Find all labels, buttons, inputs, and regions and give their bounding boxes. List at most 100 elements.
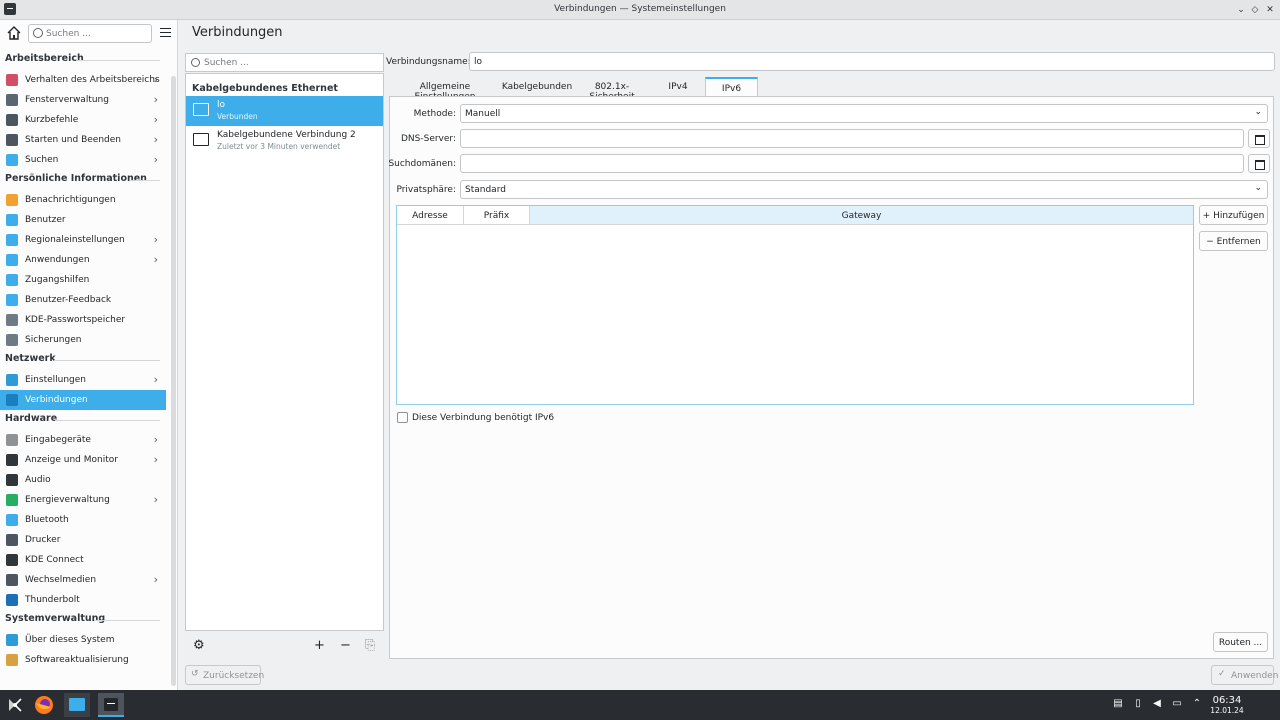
sidebar-item-backup[interactable]: Sicherungen [0, 330, 166, 350]
method-select[interactable]: Manuell ⌄ [460, 104, 1268, 123]
search-domains-input[interactable] [460, 154, 1244, 173]
sidebar-item-region[interactable]: Regionaleinstellungen › [0, 230, 166, 250]
requires-ipv6-checkbox[interactable] [397, 412, 408, 423]
startup-shutdown-icon [6, 134, 18, 146]
sidebar-category: Persönliche Informationen [0, 170, 166, 190]
sidebar-item-feedback[interactable]: Benutzer-Feedback [0, 290, 166, 310]
sidebar-item-globe[interactable]: Einstellungen › [0, 370, 166, 390]
add-connection-icon[interactable]: + [314, 638, 325, 653]
tab-ipv6[interactable]: IPv6 [705, 77, 758, 98]
sidebar-item-label: Starten und Beenden [25, 135, 121, 145]
sidebar-item-bell[interactable]: Benachrichtigungen [0, 190, 166, 210]
system-settings-taskbar-icon[interactable] [98, 693, 124, 717]
sidebar-item-applications[interactable]: Anwendungen › [0, 250, 166, 270]
clock-date: 12.01.24 [1210, 706, 1244, 715]
network-icon[interactable]: ▭ [1171, 698, 1183, 710]
sidebar-item-removable-media[interactable]: Wechselmedien › [0, 570, 166, 590]
sidebar-item-accessibility[interactable]: Zugangshilfen [0, 270, 166, 290]
chevron-right-icon: › [153, 93, 158, 106]
sidebar-item-bluetooth[interactable]: Bluetooth [0, 510, 166, 530]
routes-button[interactable]: Routen ... [1213, 632, 1268, 652]
address-table[interactable]: Adresse Präfix Gateway [396, 205, 1194, 405]
search-domains-edit-list-icon[interactable] [1248, 154, 1270, 173]
tab-wired[interactable]: Kabelgebunden [501, 77, 573, 97]
tab-general[interactable]: Allgemeine Einstellungen [389, 77, 501, 102]
sidebar-scrollbar[interactable] [171, 76, 176, 686]
connection-item-wired-2[interactable]: Kabelgebundene Verbindung 2 Zuletzt vor … [186, 126, 383, 156]
sidebar-item-search[interactable]: Suchen › [0, 150, 166, 170]
sidebar-item-wallet[interactable]: KDE-Passwortspeicher [0, 310, 166, 330]
tray-expand-icon[interactable]: ⌃ [1191, 698, 1203, 710]
remove-connection-icon[interactable]: − [340, 638, 351, 653]
connection-search-placeholder: Suchen ... [204, 58, 249, 68]
sidebar-item-keyboard-shortcut[interactable]: Kurzbefehle › [0, 110, 166, 130]
export-connection-icon[interactable]: ⎘ [365, 638, 375, 653]
apply-button[interactable]: Anwenden [1211, 665, 1278, 685]
remove-address-button[interactable]: − Entfernen [1199, 231, 1268, 251]
storage-device-icon[interactable]: ▯ [1132, 698, 1144, 710]
sidebar-item-desktop-behavior[interactable]: Verhalten des Arbeitsbereichs › [0, 70, 166, 90]
privacy-select[interactable]: Standard ⌄ [460, 180, 1268, 199]
speaker-icon [6, 474, 18, 486]
sidebar-item-thunderbolt[interactable]: Thunderbolt [0, 590, 166, 610]
app-launcher-icon[interactable] [2, 693, 28, 717]
sidebar-item-connections-globe[interactable]: Verbindungen [0, 390, 166, 410]
settings-sliders-icon[interactable]: ⚙ [193, 638, 205, 653]
chevron-right-icon: › [153, 453, 158, 466]
connection-name-input[interactable]: lo [469, 52, 1275, 71]
sidebar-item-printer[interactable]: Drucker [0, 530, 166, 550]
power-icon [6, 494, 18, 506]
sidebar-item-mouse[interactable]: Eingabegeräte › [0, 430, 166, 450]
sidebar-item-phone[interactable]: KDE Connect [0, 550, 166, 570]
sidebar-item-label: Regionaleinstellungen [25, 235, 125, 245]
bluetooth-icon [6, 514, 18, 526]
sidebar-item-info[interactable]: Über dieses System [0, 630, 166, 650]
dns-server-input[interactable] [460, 129, 1244, 148]
add-address-button[interactable]: + Hinzufügen [1199, 205, 1268, 225]
sidebar-search-input[interactable]: Suchen ... [28, 24, 152, 43]
sidebar-item-speaker[interactable]: Audio [0, 470, 166, 490]
update-icon [6, 654, 18, 666]
sidebar-item-startup-shutdown[interactable]: Starten und Beenden › [0, 130, 166, 150]
sidebar-item-label: KDE-Passwortspeicher [25, 315, 126, 325]
tab-ipv4[interactable]: IPv4 [651, 77, 705, 97]
sidebar-item-label: Kurzbefehle [25, 115, 79, 125]
connection-search-input[interactable]: Suchen ... [185, 53, 384, 72]
dns-edit-list-icon[interactable] [1248, 129, 1270, 148]
removable-media-icon [6, 574, 18, 586]
minimize-icon[interactable]: ⌄ [1234, 3, 1248, 17]
column-header-gateway[interactable]: Gateway [530, 206, 1193, 225]
reset-button[interactable]: Zurücksetzen [185, 665, 264, 685]
home-icon[interactable] [6, 25, 22, 41]
column-header-prefix[interactable]: Präfix [464, 206, 530, 225]
dns-label: DNS-Server: [400, 134, 456, 144]
sidebar-item-label: Sicherungen [25, 335, 82, 345]
chevron-right-icon: › [153, 493, 158, 506]
tab-8021x-security[interactable]: 802.1x-Sicherheit [573, 77, 651, 102]
user-icon [6, 214, 18, 226]
sidebar-item-label: Wechselmedien [25, 575, 97, 585]
mouse-icon [6, 434, 18, 446]
taskbar-clock[interactable]: 06:34 12.01.24 [1208, 695, 1246, 715]
maximize-icon[interactable]: ◇ [1248, 3, 1262, 17]
column-header-address[interactable]: Adresse [397, 206, 464, 225]
clipboard-icon[interactable]: ▤ [1112, 698, 1124, 710]
chevron-right-icon: › [153, 153, 158, 166]
hamburger-menu-icon[interactable] [160, 28, 171, 37]
connection-item-lo[interactable]: lo Verbunden [186, 96, 383, 126]
sidebar-item-power[interactable]: Energieverwaltung › [0, 490, 166, 510]
chevron-right-icon: › [153, 433, 158, 446]
connection-toolbar: ⚙ + − ⎘ [185, 634, 384, 658]
sidebar-item-label: Zugangshilfen [25, 275, 90, 285]
close-icon[interactable]: ✕ [1263, 3, 1277, 17]
sidebar-item-update[interactable]: Softwareaktualisierung [0, 650, 166, 670]
file-manager-icon[interactable] [64, 693, 90, 717]
chevron-down-icon: ⌄ [1254, 183, 1262, 193]
sidebar-item-label: Benutzer [25, 215, 66, 225]
volume-icon[interactable]: ◀ [1151, 698, 1163, 710]
firefox-icon[interactable] [31, 693, 57, 717]
sidebar-item-monitor[interactable]: Anzeige und Monitor › [0, 450, 166, 470]
sidebar-item-user[interactable]: Benutzer [0, 210, 166, 230]
sidebar-item-window-management[interactable]: Fensterverwaltung › [0, 90, 166, 110]
connection-name: lo [217, 100, 226, 110]
